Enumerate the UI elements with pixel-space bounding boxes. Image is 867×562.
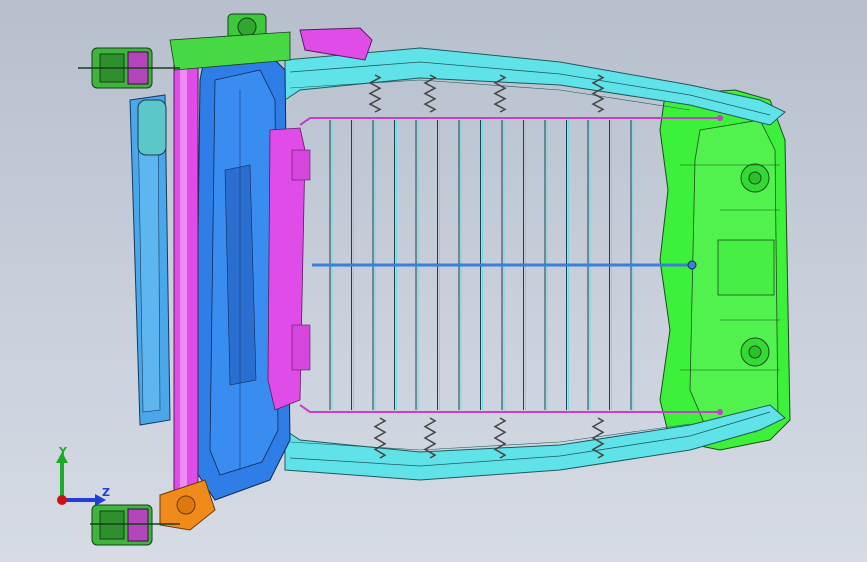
front-crossmember-green: [659, 89, 791, 451]
seat-frame-model[interactable]: Y Z: [0, 0, 867, 562]
hinge-left-top: [78, 47, 180, 89]
cad-viewport[interactable]: Y Z: [0, 0, 867, 562]
y-axis-label: Y: [58, 445, 68, 458]
bracket-magenta: [267, 127, 311, 411]
axis-triad: Y Z: [56, 445, 110, 506]
origin-point: [57, 495, 67, 505]
z-axis-label: Z: [102, 486, 110, 499]
left-side-plate-blue: [129, 94, 171, 426]
